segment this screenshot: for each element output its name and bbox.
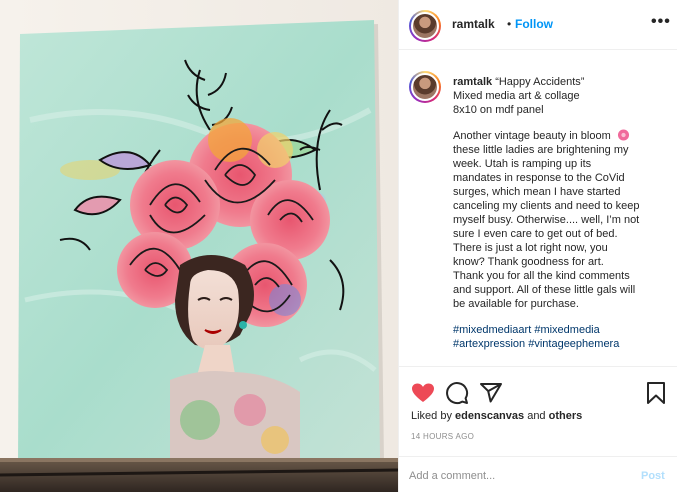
- caption: ramtalk “Happy Accidents” Mixed media ar…: [399, 51, 677, 366]
- post-header: ramtalk • Follow •••: [399, 0, 677, 50]
- caption-body-line: There is just a lot right now, you: [453, 242, 608, 254]
- comment-icon[interactable]: [445, 381, 469, 405]
- likes-prefix: Liked by: [411, 410, 456, 422]
- artwork-illustration: [0, 0, 398, 492]
- hashtag-link[interactable]: #mixedmedia: [534, 324, 599, 336]
- caption-username[interactable]: ramtalk: [453, 76, 492, 88]
- liked-by-user-link[interactable]: edenscanvas: [455, 410, 524, 422]
- post-details-pane: ramtalk • Follow ••• ramtalk “Happy Acci…: [398, 0, 677, 492]
- hashtag-link[interactable]: #vintageephemera: [528, 338, 619, 350]
- caption-body-line: surges, which mean I have started: [453, 186, 621, 198]
- caption-body-line: week. Utah is ramping up its: [453, 158, 592, 170]
- caption-line: 8x10 on mdf panel: [453, 104, 544, 116]
- caption-body-line: mandates in response to the CoVid: [453, 172, 625, 184]
- heart-icon[interactable]: [411, 381, 435, 405]
- caption-body-line: these little ladies are brightening my: [453, 144, 629, 156]
- liked-by-others-link[interactable]: others: [549, 410, 583, 422]
- share-icon[interactable]: [479, 381, 503, 405]
- more-options-icon[interactable]: •••: [651, 13, 671, 31]
- post-image[interactable]: [0, 0, 398, 492]
- caption-avatar[interactable]: [409, 71, 441, 103]
- flower-emoji-icon: [617, 129, 629, 141]
- likes-and: and: [524, 410, 549, 422]
- bookmark-icon[interactable]: [644, 381, 668, 405]
- follow-separator: •: [507, 17, 512, 31]
- post-comment-button[interactable]: Post: [641, 470, 665, 482]
- hashtag-link[interactable]: #artexpression: [453, 338, 525, 350]
- follow-button[interactable]: Follow: [515, 17, 553, 31]
- caption-body-line: myself busy. Otherwise.... well, I’m not: [453, 214, 640, 226]
- caption-line: Mixed media art & collage: [453, 90, 580, 102]
- caption-title: “Happy Accidents”: [495, 76, 585, 88]
- caption-body-line: Thank you for all the kind comments: [453, 270, 630, 282]
- comment-input[interactable]: [409, 467, 629, 485]
- comment-bar: Post: [399, 456, 677, 492]
- post-actions: Liked by edenscanvas and others 14 HOURS…: [399, 366, 677, 492]
- caption-body-line: be available for purchase.: [453, 298, 579, 310]
- post-timestamp[interactable]: 14 HOURS AGO: [411, 432, 474, 441]
- caption-body-line: canceling my clients and need to keep: [453, 200, 640, 212]
- caption-body-line: and support. All of these little gals wi…: [453, 284, 636, 296]
- header-username[interactable]: ramtalk: [452, 17, 495, 31]
- caption-body-line: sure I even care to get out of bed.: [453, 228, 618, 240]
- avatar[interactable]: [409, 10, 441, 42]
- caption-body-line: Another vintage beauty in bloom: [453, 130, 611, 142]
- caption-body-line: know? Thank goodness for art.: [453, 256, 604, 268]
- caption-text: ramtalk “Happy Accidents” Mixed media ar…: [453, 75, 671, 351]
- likes-summary: Liked by edenscanvas and others: [411, 410, 582, 422]
- hashtag-link[interactable]: #mixedmediaart: [453, 324, 531, 336]
